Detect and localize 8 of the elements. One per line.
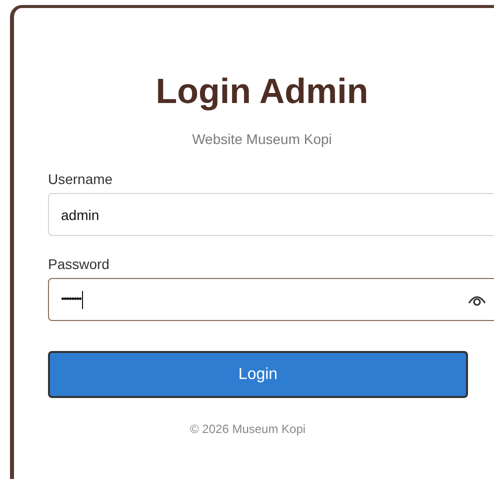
field-label: Username xyxy=(48,171,113,187)
login-button[interactable]: Login xyxy=(48,351,468,398)
footer-text: © 2026 Museum Kopi xyxy=(190,422,306,436)
username-field[interactable]: admin xyxy=(48,193,494,236)
page-title: Login Admin xyxy=(156,72,368,112)
field-label: Password xyxy=(48,256,110,272)
password-field[interactable]: •••••••• xyxy=(48,278,494,321)
subtitle: Website Museum Kopi xyxy=(192,131,332,147)
